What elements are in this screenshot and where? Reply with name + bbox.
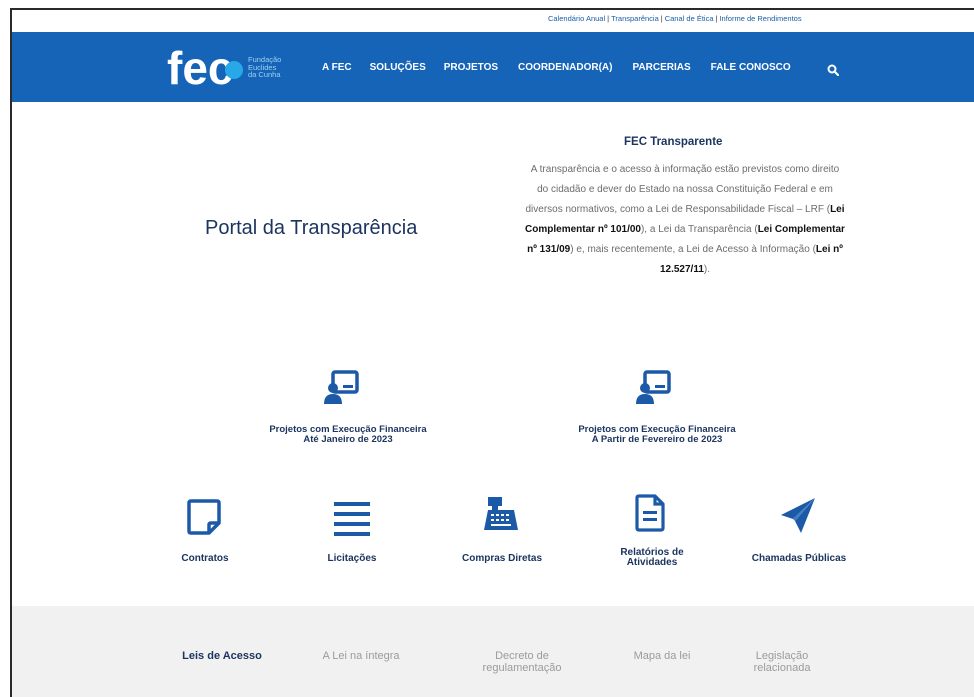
logo-text: fec — [167, 44, 233, 90]
nav-coordenador[interactable]: COORDENADOR(A) — [518, 62, 612, 73]
fec-logo-icon: fec — [167, 42, 243, 94]
category-compras-diretas[interactable]: Compras Diretas — [452, 554, 552, 564]
nav-menu: A FEC SOLUÇÕES PROJETOS COORDENADOR(A) P… — [322, 62, 791, 73]
category-label: Licitações — [327, 553, 377, 564]
utility-bar: Calendário Anual | Transparência | Canal de … — [12, 10, 974, 32]
link-canal-etica[interactable]: Canal de Ética — [665, 14, 714, 23]
tab-lei-na-integra[interactable]: A Lei na íntegra — [306, 650, 416, 662]
tab-label-line2: relacionada — [753, 662, 811, 674]
file-report-icon[interactable] — [631, 493, 671, 533]
tab-label: Leis de Acesso — [182, 650, 262, 662]
nav-fale-conosco[interactable]: FALE CONOSCO — [711, 62, 791, 73]
nav-a-fec[interactable]: A FEC — [322, 62, 352, 73]
tab-mapa-da-lei[interactable]: Mapa da lei — [617, 650, 707, 662]
tab-label-line1: Decreto de — [495, 650, 549, 662]
project-card-from-feb-2023[interactable]: Projetos com Execução Financeira A Parti… — [557, 425, 757, 445]
browser-frame: Calendário Anual | Transparência | Canal de … — [10, 8, 974, 697]
category-label: Compras Diretas — [461, 553, 543, 564]
intro-paragraph: A transparência e o acesso à informação … — [524, 160, 846, 280]
category-label: Chamadas Públicas — [751, 553, 847, 564]
section-title: FEC Transparente — [624, 136, 723, 148]
link-informe-rendimentos[interactable]: Informe de Rendimentos — [719, 14, 801, 23]
utility-links: Calendário Anual | Transparência | Canal de … — [548, 14, 802, 23]
document-note-icon[interactable] — [185, 497, 225, 537]
tab-label: Mapa da lei — [633, 650, 691, 662]
project-card-until-jan-2023[interactable]: Projetos com Execução Financeira Até Jan… — [248, 425, 448, 445]
category-contratos[interactable]: Contratos — [158, 554, 252, 564]
text-part: ) e, mais recentemente, a Lei de Acesso … — [570, 244, 816, 255]
search-icon[interactable] — [827, 61, 840, 77]
paper-plane-icon[interactable] — [779, 495, 819, 535]
list-icon[interactable] — [332, 499, 372, 539]
separator: | — [607, 14, 610, 23]
main-content: Portal da Transparência FEC Transparente… — [12, 102, 974, 622]
org-name-line3: da Cunha — [248, 70, 281, 79]
project-line2: Até Janeiro de 2023 — [303, 434, 393, 445]
page-title: Portal da Transparência — [205, 217, 418, 239]
footer-tabs-section: Leis de Acesso A Lei na íntegra Decreto … — [12, 606, 974, 697]
nav-solucoes[interactable]: SOLUÇÕES — [370, 62, 426, 73]
tab-decreto-regulamentacao[interactable]: Decreto de regulamentação — [462, 650, 582, 674]
main-navbar: fec Fundação Euclides da Cunha A FEC SOL… — [12, 32, 974, 102]
text-part: ). — [703, 264, 711, 275]
category-label-line2: Atividades — [626, 557, 678, 568]
category-chamadas-publicas[interactable]: Chamadas Públicas — [734, 554, 864, 564]
text-part: A transparência e o acesso à informação … — [525, 164, 840, 215]
cash-register-icon[interactable] — [482, 494, 522, 534]
separator: | — [660, 14, 663, 23]
text-part: ), a Lei da Transparência ( — [640, 224, 758, 235]
link-transparencia[interactable]: Transparência — [611, 14, 659, 23]
org-name: Fundação Euclides da Cunha — [248, 56, 281, 79]
tab-leis-de-acesso[interactable]: Leis de Acesso — [172, 650, 272, 662]
category-label: Contratos — [181, 553, 229, 564]
nav-parcerias[interactable]: PARCERIAS — [633, 62, 691, 73]
teacher-board-icon[interactable] — [635, 370, 671, 406]
tab-label: A Lei na íntegra — [322, 650, 400, 662]
nav-projetos[interactable]: PROJETOS — [444, 62, 498, 73]
tab-label-line1: Legislação — [755, 650, 809, 662]
teacher-board-icon[interactable] — [323, 370, 359, 406]
project-line2: A Partir de Fevereiro de 2023 — [591, 434, 723, 445]
tab-label-line2: regulamentação — [482, 662, 562, 674]
category-licitacoes[interactable]: Licitações — [302, 554, 402, 564]
category-relatorios-atividades[interactable]: Relatórios de Atividades — [602, 548, 702, 568]
separator: | — [715, 14, 718, 23]
tab-legislacao-relacionada[interactable]: Legislação relacionada — [732, 650, 832, 674]
fec-logo[interactable]: fec — [167, 42, 247, 94]
link-calendario[interactable]: Calendário Anual — [548, 14, 605, 23]
